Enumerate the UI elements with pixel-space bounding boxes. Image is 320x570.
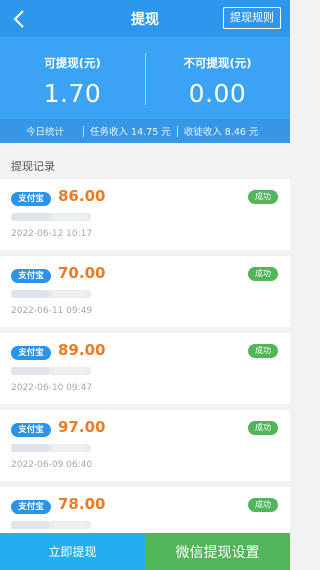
record-item[interactable]: 支付宝 89.00 成功 2022-06-10 09:47	[0, 333, 290, 404]
record-time: 2022-06-11 09:49	[11, 306, 93, 316]
today-stats-label: 今日统计	[26, 127, 65, 138]
masked-account	[11, 521, 91, 529]
alipay-badge: 支付宝	[11, 423, 51, 437]
apprentice-income: 收徒收入 8.46 元	[183, 127, 259, 138]
wechat-withdraw-settings-button[interactable]: 微信提现设置	[145, 533, 290, 570]
record-time: 2022-06-12 10:17	[11, 229, 93, 239]
masked-account	[11, 213, 91, 221]
withdraw-rules-button[interactable]: 提现规则	[223, 7, 281, 29]
status-badge: 成功	[248, 498, 278, 512]
record-item[interactable]: 支付宝 97.00 成功 2022-06-09 06:40	[0, 410, 290, 481]
non-withdrawable-value: 0.00	[188, 79, 247, 108]
record-amount: 97.00	[58, 418, 106, 436]
masked-account	[11, 444, 91, 452]
record-time: 2022-06-09 06:40	[11, 460, 93, 470]
withdrawable-label: 可提现(元)	[44, 56, 101, 70]
status-badge: 成功	[248, 190, 278, 204]
status-badge: 成功	[248, 344, 278, 358]
non-withdrawable-balance: 不可提现(元) 0.00	[145, 55, 290, 108]
alipay-badge: 支付宝	[11, 500, 51, 514]
record-amount: 70.00	[58, 264, 106, 282]
non-withdrawable-label: 不可提现(元)	[183, 56, 252, 70]
alipay-badge: 支付宝	[11, 269, 51, 283]
task-income: 任务收入 14.75 元	[90, 127, 171, 138]
record-amount: 86.00	[58, 187, 106, 205]
alipay-badge: 支付宝	[11, 192, 51, 206]
withdrawable-balance: 可提现(元) 1.70	[0, 55, 145, 108]
stats-divider	[83, 125, 85, 137]
status-badge: 成功	[248, 267, 278, 281]
today-stats-bar: 今日统计 任务收入 14.75 元 收徒收入 8.46 元	[0, 119, 290, 143]
withdraw-now-button[interactable]: 立即提现	[0, 533, 145, 570]
record-amount: 78.00	[58, 495, 106, 513]
record-amount: 89.00	[58, 341, 106, 359]
withdraw-screen: 提现 提现规则 可提现(元) 1.70 不可提现(元) 0.00 今日统计 任务…	[0, 0, 290, 570]
masked-account	[11, 367, 91, 375]
stats-divider	[176, 125, 178, 137]
records-section-title: 提现记录	[11, 160, 55, 173]
status-badge: 成功	[248, 421, 278, 435]
bottom-action-bar: 立即提现 微信提现设置	[0, 533, 290, 570]
top-bar: 提现 提现规则	[0, 0, 290, 37]
record-item[interactable]: 支付宝 70.00 成功 2022-06-11 09:49	[0, 256, 290, 327]
record-time: 2022-06-10 09:47	[11, 383, 93, 393]
alipay-badge: 支付宝	[11, 346, 51, 360]
record-item[interactable]: 支付宝 86.00 成功 2022-06-12 10:17	[0, 179, 290, 250]
masked-account	[11, 290, 91, 298]
withdrawable-value: 1.70	[43, 79, 102, 108]
